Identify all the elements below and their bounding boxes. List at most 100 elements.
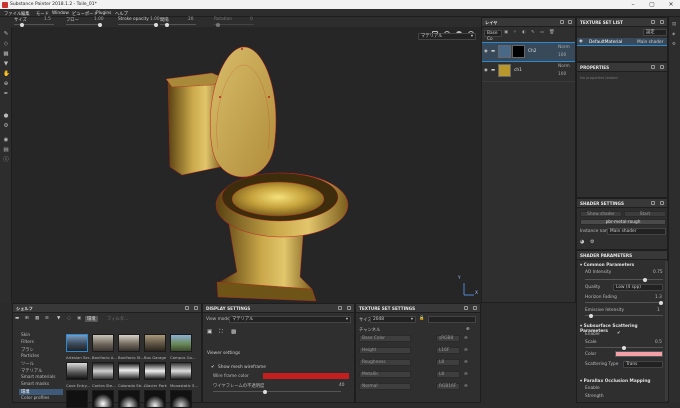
category-particles[interactable]: Particles <box>21 354 39 359</box>
rotation-slider[interactable] <box>214 22 254 27</box>
wire-opacity-slider[interactable] <box>213 389 341 394</box>
layer-opacity[interactable]: 100 <box>558 53 566 58</box>
ao-intensity-value[interactable]: 0.75 <box>653 270 663 275</box>
smudge-icon[interactable]: ✋ <box>3 71 10 77</box>
environment-settings-icon[interactable]: ⛶ <box>219 329 223 336</box>
environment-thumbnail[interactable] <box>66 334 88 352</box>
category-color-profiles[interactable]: Color profiles <box>21 396 49 401</box>
panel-float-icon[interactable] <box>464 306 468 310</box>
remove-channel-icon[interactable]: ⊖ <box>464 372 468 377</box>
sss-color-swatch[interactable] <box>615 351 663 357</box>
environment-thumbnail[interactable] <box>144 362 166 380</box>
channel-format[interactable]: RGB16F <box>436 383 460 390</box>
quality-dropdown[interactable]: Low (4 spp) <box>613 284 663 291</box>
channel-format[interactable]: L16F <box>436 347 460 354</box>
layer-blend-mode[interactable]: Norm <box>558 64 570 69</box>
texture-set-dock-icon[interactable]: ◈ <box>672 32 675 37</box>
environment-thumbnail[interactable] <box>92 390 114 408</box>
view-mode-dropdown[interactable]: マテリアル ▾ <box>229 316 351 323</box>
camera-icon[interactable]: ◉ <box>3 137 9 143</box>
environment-thumbnail[interactable] <box>66 390 88 408</box>
sss-scale-slider[interactable] <box>585 345 663 350</box>
category-materials[interactable]: マテリアル <box>21 368 42 374</box>
category-environment[interactable]: 環境 <box>19 388 63 395</box>
texture-set-settings-dropdown[interactable]: 設定 <box>643 29 667 36</box>
lock-icon[interactable]: 🔒 <box>419 316 424 321</box>
camera-settings-icon[interactable]: ▣ <box>207 329 212 335</box>
folder-icon[interactable]: ▬ <box>15 316 19 321</box>
close-icon[interactable]: ✕ <box>664 0 678 9</box>
environment-thumbnail[interactable] <box>92 362 114 380</box>
viewer-settings-icon[interactable]: ▩ <box>231 329 236 335</box>
scattering-type-dropdown[interactable]: Trans <box>623 361 663 368</box>
panel-close-icon[interactable] <box>660 65 664 69</box>
wire-opacity-value[interactable]: 40 <box>339 383 344 388</box>
instance-name-dropdown[interactable]: Main shader <box>607 228 666 235</box>
panel-close-icon[interactable] <box>660 20 664 24</box>
menu-plugins[interactable]: Plugins <box>96 11 111 16</box>
common-parameters-header[interactable]: ▾ Common Parameters <box>580 263 634 268</box>
clone-icon[interactable]: ⊕ <box>3 81 9 87</box>
visibility-eye-icon[interactable]: ◉ <box>579 39 583 44</box>
list-view-icon[interactable]: ☰ <box>45 316 49 321</box>
eraser-icon[interactable]: ◇ <box>3 41 9 47</box>
color-picker-icon[interactable]: ✒ <box>3 91 9 97</box>
remove-channel-icon[interactable]: ⊖ <box>464 384 468 389</box>
remove-channel-icon[interactable]: ⊖ <box>464 360 468 365</box>
panel-float-icon[interactable] <box>338 306 342 310</box>
category-brushes[interactable]: ブラシ <box>21 347 34 353</box>
parallax-header[interactable]: ▾ Parallax Occlusion Mapping <box>580 379 650 384</box>
panel-float-icon[interactable] <box>560 20 564 24</box>
spacing-slider[interactable] <box>160 22 196 27</box>
rotation-value[interactable]: 0 <box>250 17 253 22</box>
environment-thumbnail[interactable] <box>170 334 192 352</box>
shader-sphere-icon[interactable]: ◕ <box>580 239 584 245</box>
paint-brush-icon[interactable]: ✎ <box>3 31 9 37</box>
panel-float-icon[interactable] <box>185 306 189 310</box>
stroke-opacity-slider[interactable] <box>118 22 158 27</box>
bake-icon[interactable]: ● <box>3 113 9 119</box>
environment-thumbnail[interactable] <box>170 362 192 380</box>
paint-layer-icon[interactable]: ✎ <box>531 30 535 35</box>
sss-scale-value[interactable]: 0.5 <box>655 340 662 345</box>
remove-channel-icon[interactable]: ⊖ <box>464 336 468 341</box>
document-icon[interactable]: ▤ <box>3 147 9 153</box>
sss-enable-checkbox[interactable]: ✔ <box>617 331 621 336</box>
channel-format[interactable]: sRGB8 <box>436 335 460 342</box>
menu-mode[interactable]: モード <box>36 11 49 17</box>
spacing-value[interactable]: 20 <box>188 17 193 22</box>
texture-set-shader[interactable]: Main shader <box>637 40 663 45</box>
shelf-search-input[interactable]: フィルタ... <box>107 316 128 322</box>
category-tools[interactable]: ツール <box>21 361 34 367</box>
layer-row[interactable]: ◉ ▬ ch1 Norm 100 <box>482 62 575 82</box>
show-wireframe-checkbox[interactable]: ✔ <box>211 365 215 370</box>
projection-icon[interactable]: ▦ <box>3 51 9 57</box>
category-smart-materials[interactable]: Smart materials <box>21 375 56 380</box>
flow-value[interactable]: 1.00 <box>94 17 104 22</box>
add-mask-icon[interactable]: ▣ <box>504 30 508 35</box>
ao-intensity-slider[interactable] <box>585 277 663 282</box>
filter-icon[interactable]: ▼ <box>57 316 60 321</box>
shader-settings-icon[interactable]: ⚙ <box>590 239 594 245</box>
size-slider[interactable] <box>14 22 54 27</box>
remove-channel-icon[interactable]: ⊖ <box>464 348 468 353</box>
layer-blend-mode[interactable]: Norm <box>558 45 570 50</box>
panel-float-icon[interactable] <box>651 20 655 24</box>
wire-color-swatch[interactable] <box>263 373 349 379</box>
category-smart-masks[interactable]: Smart masks <box>21 382 49 387</box>
info-icon[interactable]: ⓘ <box>3 157 9 163</box>
panel-float-icon[interactable] <box>651 201 655 205</box>
settings-icon[interactable]: ⚙ <box>3 123 9 129</box>
clear-filter-icon[interactable]: ○ <box>67 316 71 321</box>
size-value[interactable]: 1.5 <box>44 17 51 22</box>
channel-format[interactable]: L8 <box>436 359 460 366</box>
show-shader-button[interactable]: Show shader <box>580 211 622 217</box>
size-dropdown[interactable]: 2048 ▾ <box>370 316 416 323</box>
menu-edit[interactable]: 編集 <box>21 11 30 17</box>
layers-dock-icon[interactable]: ▤ <box>672 22 676 27</box>
menu-viewport[interactable]: ビューポート <box>72 11 98 17</box>
visibility-eye-icon[interactable]: ◉ <box>484 49 488 54</box>
size-secondary-field[interactable] <box>428 316 476 323</box>
shelf-tab[interactable]: 環境 <box>85 315 98 322</box>
grid-view-icon[interactable]: ▦ <box>35 316 39 321</box>
